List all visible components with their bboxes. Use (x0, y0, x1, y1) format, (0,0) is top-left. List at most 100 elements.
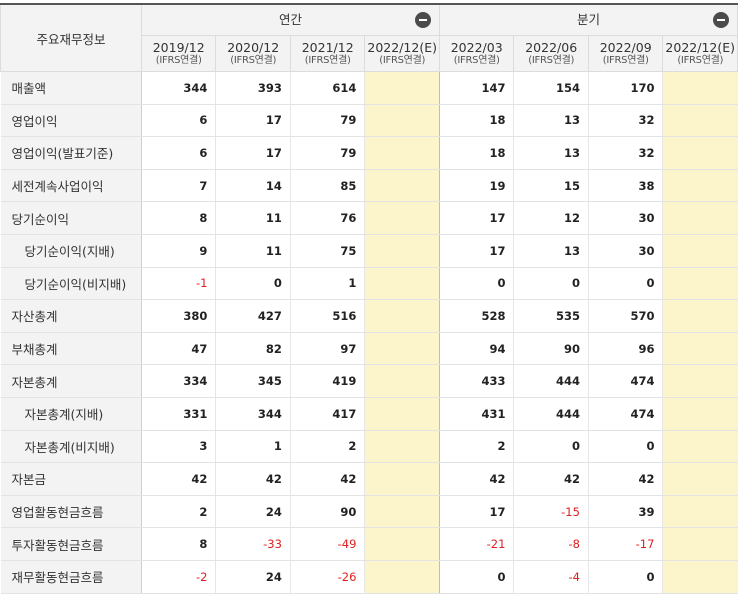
row-label: 영업이익 (0, 104, 142, 138)
row-label: 부채총계 (0, 332, 142, 366)
column-header: 2022/09 (IFRS연결) (587, 35, 664, 72)
table-row: 당기순이익 8 11 76 17 12 30 (0, 201, 738, 235)
value-cell: 32 (587, 104, 663, 138)
value-cell: 380 (140, 299, 216, 333)
value-cell: 17 (215, 136, 291, 170)
estimate-cell (364, 364, 440, 398)
column-basis: (IFRS연결) (677, 54, 724, 66)
table-row: 자본총계(지배) 331 344 417 431 444 474 (0, 397, 738, 431)
value-cell: 17 (438, 495, 514, 529)
collapse-quarterly-icon[interactable] (713, 12, 729, 28)
value-cell: 334 (140, 364, 216, 398)
value-cell: 528 (438, 299, 514, 333)
table-row: 자산총계 380 427 516 528 535 570 (0, 299, 738, 333)
value-cell: 18 (438, 104, 514, 138)
estimate-cell (364, 397, 440, 431)
estimate-cell (364, 136, 440, 170)
estimate-cell (662, 136, 738, 170)
estimate-cell (662, 234, 738, 268)
estimate-cell (364, 71, 440, 105)
row-label: 당기순이익(지배) (0, 234, 142, 268)
value-cell: 30 (587, 234, 663, 268)
collapse-annual-icon[interactable] (414, 12, 431, 28)
value-cell: 82 (215, 332, 291, 366)
value-cell: 570 (587, 299, 663, 333)
column-header: 2020/12 (IFRS연결) (215, 35, 291, 72)
value-cell: 344 (140, 71, 216, 105)
annual-header: 연간 (140, 3, 440, 36)
quarterly-title: 분기 (576, 12, 600, 27)
value-cell: 42 (140, 462, 216, 496)
value-cell: 474 (587, 364, 663, 398)
estimate-cell (364, 462, 440, 496)
value-cell: 154 (513, 71, 589, 105)
column-period: 2022/12(E) (367, 39, 437, 55)
value-cell: 0 (438, 560, 514, 594)
value-cell: 0 (587, 560, 663, 594)
value-cell: 15 (513, 169, 589, 203)
value-cell: 38 (587, 169, 663, 203)
value-cell: -33 (215, 527, 291, 561)
value-cell: 170 (587, 71, 663, 105)
table-label-header: 주요재무정보 (0, 3, 142, 72)
value-cell: 0 (438, 267, 514, 301)
estimate-cell (364, 495, 440, 529)
row-label: 투자활동현금흐름 (0, 527, 142, 561)
estimate-cell (662, 201, 738, 235)
row-label: 자본총계 (0, 364, 142, 398)
value-cell: 7 (140, 169, 216, 203)
value-cell: -26 (289, 560, 365, 594)
estimate-cell (662, 267, 738, 301)
value-cell: 1 (215, 430, 291, 464)
value-cell: 516 (289, 299, 365, 333)
value-cell: 75 (289, 234, 365, 268)
estimate-cell (662, 332, 738, 366)
value-cell: 90 (289, 495, 365, 529)
value-cell: 0 (513, 267, 589, 301)
value-cell: -21 (438, 527, 514, 561)
estimate-cell (662, 462, 738, 496)
value-cell: 2 (140, 495, 216, 529)
value-cell: 11 (215, 234, 291, 268)
column-period: 2021/12 (301, 39, 354, 55)
value-cell: 9 (140, 234, 216, 268)
column-basis: (IFRS연결) (379, 54, 426, 66)
row-label: 당기순이익 (0, 201, 142, 235)
value-cell: 0 (513, 430, 589, 464)
value-cell: 444 (513, 397, 589, 431)
value-cell: 17 (438, 234, 514, 268)
annual-title: 연간 (278, 12, 302, 27)
value-cell: 14 (215, 169, 291, 203)
value-cell: 417 (289, 397, 365, 431)
table-row: 세전계속사업이익 7 14 85 19 15 38 (0, 169, 738, 203)
value-cell: 2 (438, 430, 514, 464)
row-label: 자본총계(비지배) (0, 430, 142, 464)
value-cell: 42 (587, 462, 663, 496)
row-label: 자본총계(지배) (0, 397, 142, 431)
estimate-cell (364, 332, 440, 366)
estimate-cell (662, 104, 738, 138)
value-cell: 42 (438, 462, 514, 496)
value-cell: 79 (289, 104, 365, 138)
estimate-cell (662, 299, 738, 333)
column-basis: (IFRS연결) (602, 54, 649, 66)
value-cell: 13 (513, 234, 589, 268)
value-cell: 393 (215, 71, 291, 105)
estimate-cell (662, 430, 738, 464)
quarterly-header: 분기 (438, 3, 739, 36)
value-cell: 345 (215, 364, 291, 398)
estimate-cell (364, 299, 440, 333)
estimate-cell (662, 169, 738, 203)
value-cell: 3 (140, 430, 216, 464)
value-cell: 42 (215, 462, 291, 496)
value-cell: -2 (140, 560, 216, 594)
estimate-cell (364, 527, 440, 561)
column-header: 2022/06 (IFRS연결) (513, 35, 589, 72)
table-row: 영업이익(발표기준) 6 17 79 18 13 32 (0, 136, 738, 170)
column-period: 2019/12 (152, 39, 205, 55)
value-cell: 6 (140, 136, 216, 170)
table-row: 부채총계 47 82 97 94 90 96 (0, 332, 738, 366)
row-label: 당기순이익(비지배) (0, 267, 142, 301)
value-cell: 42 (289, 462, 365, 496)
financial-table: 주요재무정보 연간 분기 2019/12 (IFRS연결) 2020/12 (IFRS… (0, 3, 739, 594)
